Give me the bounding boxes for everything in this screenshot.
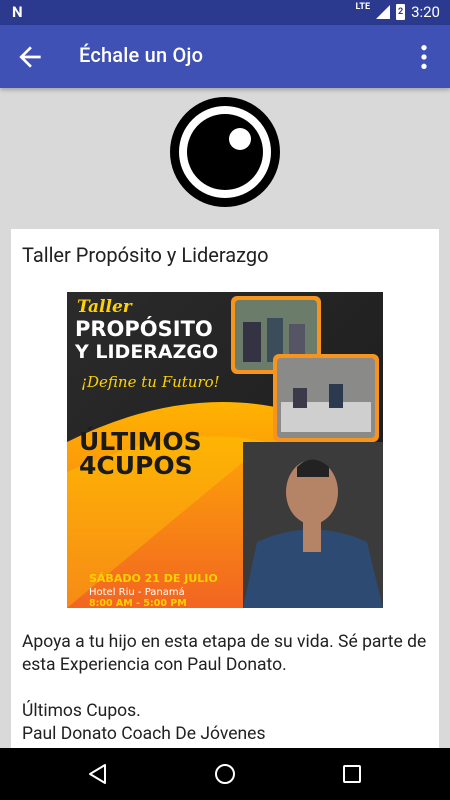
nav-recents-icon[interactable] [340, 762, 364, 786]
poster-headline-1: PROPÓSITO [75, 316, 213, 341]
poster-cupos-2: 4CUPOS [79, 451, 193, 480]
post-paragraph: Apoya a tu hijo en esta etapa de su vida… [22, 632, 427, 675]
navigation-bar [0, 748, 450, 800]
battery-level: 2 [397, 7, 404, 17]
poster-headline-2: Y LIDERAZGO [74, 341, 218, 363]
post-line-cupos: Últimos Cupos. [22, 701, 141, 721]
post-card[interactable]: Taller Propósito y Liderazgo Taller PROP… [11, 229, 439, 769]
post-title: Taller Propósito y Liderazgo [22, 243, 269, 267]
clock: 3:20 [411, 3, 440, 21]
post-body: Apoya a tu hijo en esta etapa de su vida… [22, 631, 432, 746]
poster-date: SÁBADO 21 DE JULIO [89, 572, 218, 585]
speaker-photo [243, 442, 383, 608]
nav-home-icon[interactable] [213, 762, 237, 786]
network-type: LTE [355, 2, 371, 12]
event-poster-image[interactable]: Taller PROPÓSITO Y LIDERAZGO ¡Define tu … [67, 292, 383, 608]
poster-hours: 8:00 AM - 5:00 PM [89, 598, 187, 608]
page-title: Échale un Ojo [79, 43, 204, 67]
status-bar: N LTE 2 3:20 [0, 0, 450, 25]
battery-icon: 2 [396, 4, 406, 20]
more-vert-icon[interactable] [408, 41, 440, 73]
notification-icon: N [12, 3, 23, 21]
nav-back-icon[interactable] [86, 762, 110, 786]
post-line-coach: Paul Donato Coach De Jóvenes [22, 724, 266, 744]
app-bar: Échale un Ojo [0, 25, 450, 88]
status-icons: LTE 2 3:20 [355, 2, 440, 21]
poster-venue: Hotel Riu - Panamá [89, 586, 185, 598]
eye-logo-icon [170, 97, 280, 207]
workshop-photo-2 [273, 354, 379, 442]
poster-top-label: Taller [77, 297, 133, 317]
poster-tagline: ¡Define tu Futuro! [81, 373, 220, 391]
signal-icon [376, 5, 391, 19]
arrow-back-icon[interactable] [14, 41, 46, 73]
